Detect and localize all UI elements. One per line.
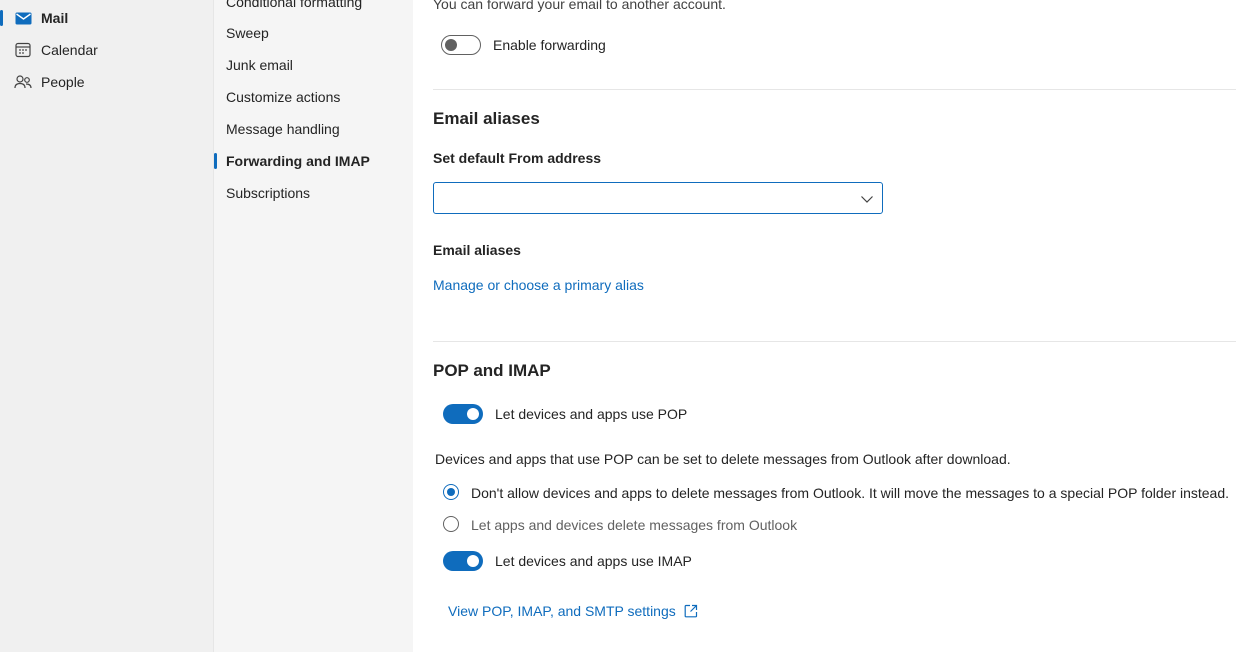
view-settings-link[interactable]: View POP, IMAP, and SMTP settings — [448, 603, 676, 619]
subnav-item-customize-actions[interactable]: Customize actions — [226, 85, 412, 109]
nav-item-label: People — [41, 74, 85, 90]
toggle-knob — [445, 39, 457, 51]
enable-forwarding-label: Enable forwarding — [493, 37, 606, 53]
settings-content: You can forward your email to another ac… — [413, 0, 1236, 652]
chevron-down-icon — [860, 192, 874, 206]
section-divider — [433, 341, 1236, 342]
people-icon — [14, 74, 32, 90]
forwarding-description: You can forward your email to another ac… — [433, 0, 726, 12]
subnav-item-sweep[interactable]: Sweep — [226, 21, 412, 45]
nav-item-mail[interactable]: Mail — [0, 4, 213, 32]
pop-delete-description: Devices and apps that use POP can be set… — [435, 451, 1011, 467]
toggle-knob — [467, 408, 479, 420]
imap-toggle[interactable] — [443, 551, 483, 571]
mail-icon — [14, 10, 32, 26]
nav-item-label: Mail — [41, 10, 69, 26]
radio-dont-allow-delete-label: Don't allow devices and apps to delete m… — [471, 485, 1230, 501]
toggle-knob — [467, 555, 479, 567]
subnav-item-conditional-formatting[interactable]: Conditional formatting — [226, 0, 412, 14]
nav-item-label: Calendar — [41, 42, 98, 58]
default-from-select[interactable] — [433, 182, 883, 214]
pop-toggle[interactable] — [443, 404, 483, 424]
imap-toggle-label: Let devices and apps use IMAP — [495, 553, 692, 569]
radio-dont-allow-delete[interactable] — [443, 484, 459, 500]
nav-item-people[interactable]: People — [0, 68, 213, 96]
outlook-settings: Mail Calendar People Conditional formatt… — [0, 0, 1236, 652]
manage-alias-link[interactable]: Manage or choose a primary alias — [433, 277, 644, 293]
enable-forwarding-toggle[interactable] — [441, 35, 481, 55]
radio-allow-delete-label: Let apps and devices delete messages fro… — [471, 517, 798, 533]
subnav-item-subscriptions[interactable]: Subscriptions — [226, 181, 412, 205]
view-settings-link-wrap[interactable]: View POP, IMAP, and SMTP settings — [448, 603, 698, 619]
nav-item-calendar[interactable]: Calendar — [0, 36, 213, 64]
open-external-icon — [684, 604, 698, 618]
radio-allow-delete[interactable] — [443, 516, 459, 532]
email-aliases-label: Email aliases — [433, 242, 521, 258]
left-nav: Mail Calendar People — [0, 0, 213, 652]
subnav-item-forwarding-and-imap[interactable]: Forwarding and IMAP — [214, 149, 412, 173]
settings-subnav: Conditional formatting Sweep Junk email … — [213, 0, 413, 652]
default-from-label: Set default From address — [433, 150, 602, 166]
calendar-icon — [14, 42, 32, 58]
email-aliases-title: Email aliases — [433, 109, 540, 128]
subnav-item-junk-email[interactable]: Junk email — [226, 53, 412, 77]
subnav-item-message-handling[interactable]: Message handling — [226, 117, 412, 141]
section-divider — [433, 89, 1236, 90]
pop-imap-title: POP and IMAP — [433, 361, 551, 380]
pop-toggle-label: Let devices and apps use POP — [495, 406, 688, 422]
